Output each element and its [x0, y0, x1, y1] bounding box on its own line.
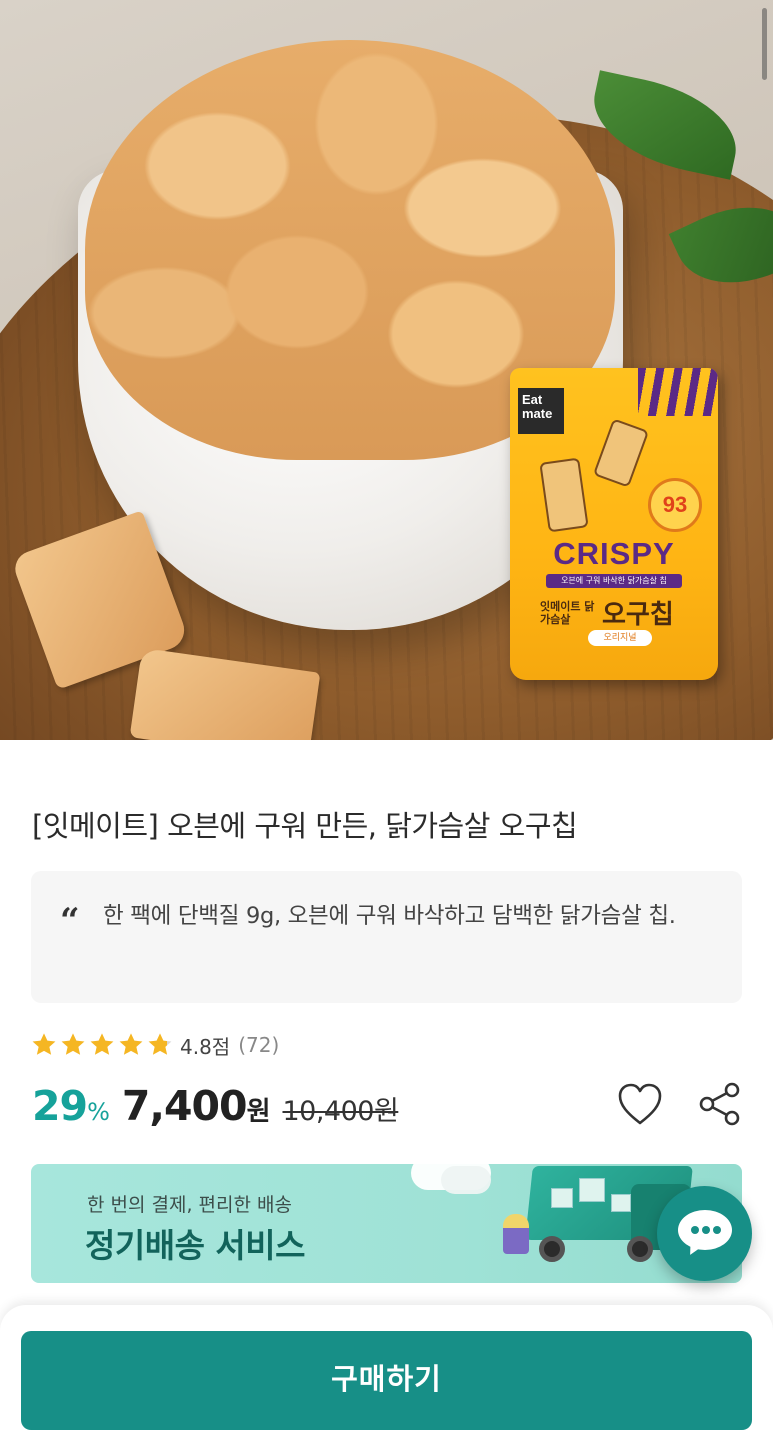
discount-unit: %	[87, 1098, 110, 1126]
package-name: 오구칩	[602, 600, 674, 630]
product-title: [잇메이트] 오븐에 구워 만든, 닭가슴살 오구칩	[32, 809, 578, 843]
star-icon	[117, 1031, 145, 1059]
heart-icon	[618, 1083, 662, 1125]
discount-rate: 29	[32, 1082, 88, 1130]
product-detail-page: Eat mate 93 CRISPY 오븐에 구워 바삭한 닭가슴살 칩 잇메이…	[0, 0, 773, 1446]
product-summary: 한 팩에 단백질 9g, 오븐에 구워 바삭하고 담백한 닭가슴살 칩.	[103, 903, 676, 929]
sale-price-unit: 원	[246, 1097, 271, 1127]
product-image: Eat mate 93 CRISPY 오븐에 구워 바삭한 닭가슴살 칩 잇메이…	[0, 0, 773, 740]
chat-dot	[713, 1226, 721, 1234]
mascot-figure	[539, 457, 589, 533]
banner-subtitle: 한 번의 결제, 편리한 배송	[87, 1194, 292, 1216]
share-icon	[699, 1082, 740, 1126]
review-count[interactable]: (72)	[238, 1033, 279, 1057]
parcel-illustration	[611, 1194, 631, 1212]
mascot-figure	[592, 418, 650, 488]
scrollbar[interactable]	[762, 8, 767, 80]
star-icon	[88, 1031, 116, 1059]
calorie-badge: 93	[648, 478, 702, 532]
rating-score: 4.8점	[180, 1034, 231, 1059]
wishlist-button[interactable]	[617, 1083, 663, 1127]
person-illustration	[503, 1214, 529, 1254]
parcel-illustration	[551, 1188, 573, 1208]
price-row: 29 % 7,400 원 10,400원	[32, 1082, 399, 1142]
banner-title: 정기배송 서비스	[85, 1226, 306, 1265]
truck-wheel	[539, 1236, 565, 1262]
share-button[interactable]	[696, 1080, 744, 1128]
truck-wheel	[627, 1236, 653, 1262]
star-half-icon	[146, 1031, 174, 1059]
package-flavor: 오리지널	[588, 630, 652, 646]
cloud-decoration	[441, 1166, 491, 1194]
rating[interactable]: 4.8점 (72)	[30, 1030, 279, 1060]
star-icon	[59, 1031, 87, 1059]
package-crispy-text: CRISPY	[553, 536, 675, 571]
product-package: Eat mate 93 CRISPY 오븐에 구워 바삭한 닭가슴살 칩 잇메이…	[510, 368, 718, 680]
parcel-illustration	[579, 1178, 605, 1202]
star-icon	[30, 1031, 58, 1059]
original-price: 10,400원	[282, 1096, 399, 1127]
chat-dot	[691, 1226, 699, 1234]
package-stripes	[638, 368, 718, 416]
quote-icon: “	[60, 901, 80, 941]
package-brand: 잇메이트 닭가슴살	[540, 600, 595, 626]
subscription-banner[interactable]: 한 번의 결제, 편리한 배송 정기배송 서비스	[31, 1164, 742, 1283]
package-band: 오븐에 구워 바삭한 닭가슴살 칩	[546, 574, 682, 588]
sale-price: 7,400	[121, 1082, 248, 1130]
chat-dot	[702, 1226, 710, 1234]
chat-button[interactable]	[657, 1186, 752, 1281]
buy-button[interactable]: 구매하기	[21, 1331, 752, 1430]
brand-logo: Eat mate	[518, 388, 564, 434]
product-summary-box	[31, 871, 742, 1003]
